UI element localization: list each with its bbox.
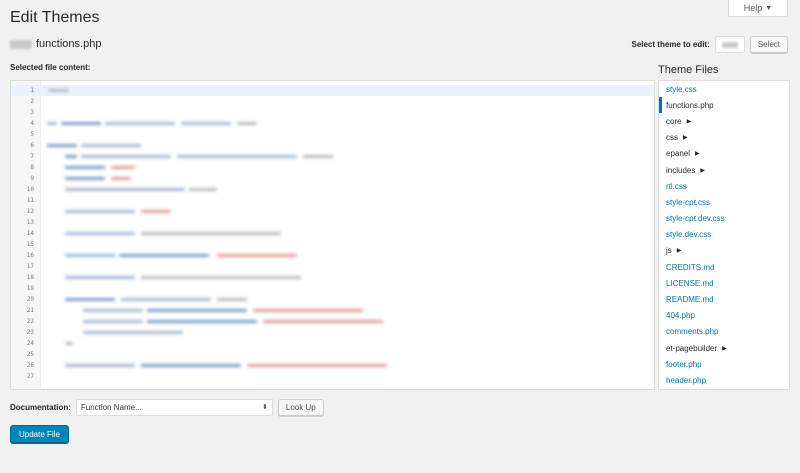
theme-select-row: Select theme to edit: Select [632, 36, 788, 53]
theme-files-title: Theme Files [658, 64, 719, 76]
theme-folder-item[interactable]: js ▶ [659, 243, 789, 259]
line-number: 11 [26, 197, 34, 204]
file-item-label: css [666, 133, 678, 143]
line-number: 18 [26, 274, 34, 281]
line-number: 22 [26, 318, 34, 325]
line-number: 6 [30, 142, 34, 149]
line-number: 25 [26, 351, 34, 358]
file-item-label: js [666, 246, 672, 256]
file-item-label: 404.php [666, 311, 695, 321]
expand-triangle-icon[interactable]: ▶ [687, 118, 692, 125]
theme-file-item[interactable]: CREDITS.md [659, 259, 789, 275]
line-number: 3 [30, 109, 34, 116]
page-title: Edit Themes [10, 9, 100, 26]
file-item-label: LICENSE.md [666, 278, 714, 288]
line-number: 27 [26, 373, 34, 380]
file-item-label: comments.php [666, 327, 719, 337]
file-item-label: style-cpt.dev.css [666, 214, 725, 224]
help-label: Help [743, 3, 763, 13]
select-arrows-icon: ⬍ [262, 404, 268, 411]
look-up-button[interactable]: Look Up [277, 399, 324, 416]
theme-select-value-redacted [721, 41, 738, 48]
line-number: 8 [30, 164, 34, 171]
documentation-label: Documentation: [10, 403, 71, 412]
file-item-label: functions.php [666, 100, 714, 110]
expand-triangle-icon[interactable]: ▶ [677, 247, 682, 254]
theme-folder-item[interactable]: core ▶ [659, 113, 789, 129]
update-file-button[interactable]: Update File [10, 425, 69, 443]
theme-folder-item[interactable]: css ▶ [659, 130, 789, 146]
file-item-label: README.md [666, 295, 714, 305]
help-tab-button[interactable]: Help ▼ [728, 0, 788, 17]
theme-file-item[interactable]: style.css [659, 81, 789, 97]
file-item-label: rtl.css [666, 181, 687, 191]
theme-file-item[interactable]: header.php [659, 372, 789, 388]
caret-down-icon: ▼ [765, 4, 773, 12]
line-number: 21 [26, 307, 34, 314]
select-theme-label: Select theme to edit: [631, 40, 710, 49]
line-number: 23 [26, 329, 34, 336]
theme-file-item[interactable]: comments.php [659, 324, 789, 340]
selected-file-content-label: Selected file content: [10, 63, 91, 72]
line-number: 9 [30, 175, 34, 182]
line-number: 19 [26, 285, 34, 292]
line-number: 7 [30, 153, 34, 160]
theme-file-item[interactable]: README.md [659, 291, 789, 307]
expand-triangle-icon[interactable]: ▶ [683, 134, 688, 141]
theme-name-redacted [10, 39, 32, 49]
theme-folder-item[interactable]: et-pagebuilder ▶ [659, 340, 789, 356]
theme-file-item[interactable]: LICENSE.md [659, 275, 789, 291]
theme-folder-item[interactable]: includes ▶ [659, 162, 789, 178]
expand-triangle-icon[interactable]: ▶ [722, 345, 727, 352]
theme-file-item[interactable]: 404.php [659, 308, 789, 324]
line-number: 20 [26, 296, 34, 303]
function-name-select[interactable]: Function Name... ⬍ [75, 399, 273, 416]
theme-file-item[interactable]: style-cpt.css [659, 194, 789, 210]
function-name-select-value: Function Name... [80, 403, 142, 412]
file-heading: functions.php [10, 38, 101, 50]
code-editor[interactable]: 1 2 3 4 5 6 7 8 9 10 11 12 13 14 15 16 17 18 19 20 21 22 23 24 2… [10, 80, 655, 390]
theme-files-list: style.css functions.php core ▶ css ▶ epanel ▶ in… [658, 80, 790, 390]
line-number: 15 [26, 241, 34, 248]
line-number: 16 [26, 252, 34, 259]
file-item-label: style.css [666, 84, 697, 94]
expand-triangle-icon[interactable]: ▶ [695, 150, 700, 157]
line-number: 13 [26, 219, 34, 226]
line-number: 24 [26, 340, 34, 347]
file-item-label: footer.php [666, 359, 702, 369]
line-number: 1 [30, 87, 34, 94]
theme-file-item[interactable]: style.dev.css [659, 227, 789, 243]
file-item-label: header.php [666, 375, 707, 385]
expand-triangle-icon[interactable]: ▶ [700, 167, 705, 174]
file-item-label: style-cpt.css [666, 197, 711, 207]
line-number: 26 [26, 362, 34, 369]
line-number: 17 [26, 263, 34, 270]
file-item-label: includes [666, 165, 696, 175]
file-heading-name: functions.php [36, 38, 102, 50]
line-number: 14 [26, 230, 34, 237]
file-item-label: et-pagebuilder [666, 343, 718, 353]
line-number: 4 [30, 120, 34, 127]
theme-file-item[interactable]: footer.php [659, 356, 789, 372]
theme-select[interactable] [714, 36, 745, 53]
file-item-label: core [666, 116, 682, 126]
theme-file-item[interactable]: style-cpt.dev.css [659, 211, 789, 227]
file-item-label: CREDITS.md [666, 262, 715, 272]
select-theme-button[interactable]: Select [749, 36, 788, 53]
theme-folder-item[interactable]: epanel ▶ [659, 146, 789, 162]
theme-file-item[interactable]: rtl.css [659, 178, 789, 194]
file-item-label: style.dev.css [666, 230, 712, 240]
line-number: 10 [26, 186, 34, 193]
blurred-code-content [47, 81, 654, 389]
line-number: 2 [30, 98, 34, 105]
line-number: 5 [30, 131, 34, 138]
documentation-row: Documentation: Function Name... ⬍ Look U… [10, 399, 324, 416]
theme-file-item[interactable]: functions.php [659, 97, 789, 114]
line-number: 12 [26, 208, 34, 215]
file-item-label: epanel [666, 149, 691, 159]
